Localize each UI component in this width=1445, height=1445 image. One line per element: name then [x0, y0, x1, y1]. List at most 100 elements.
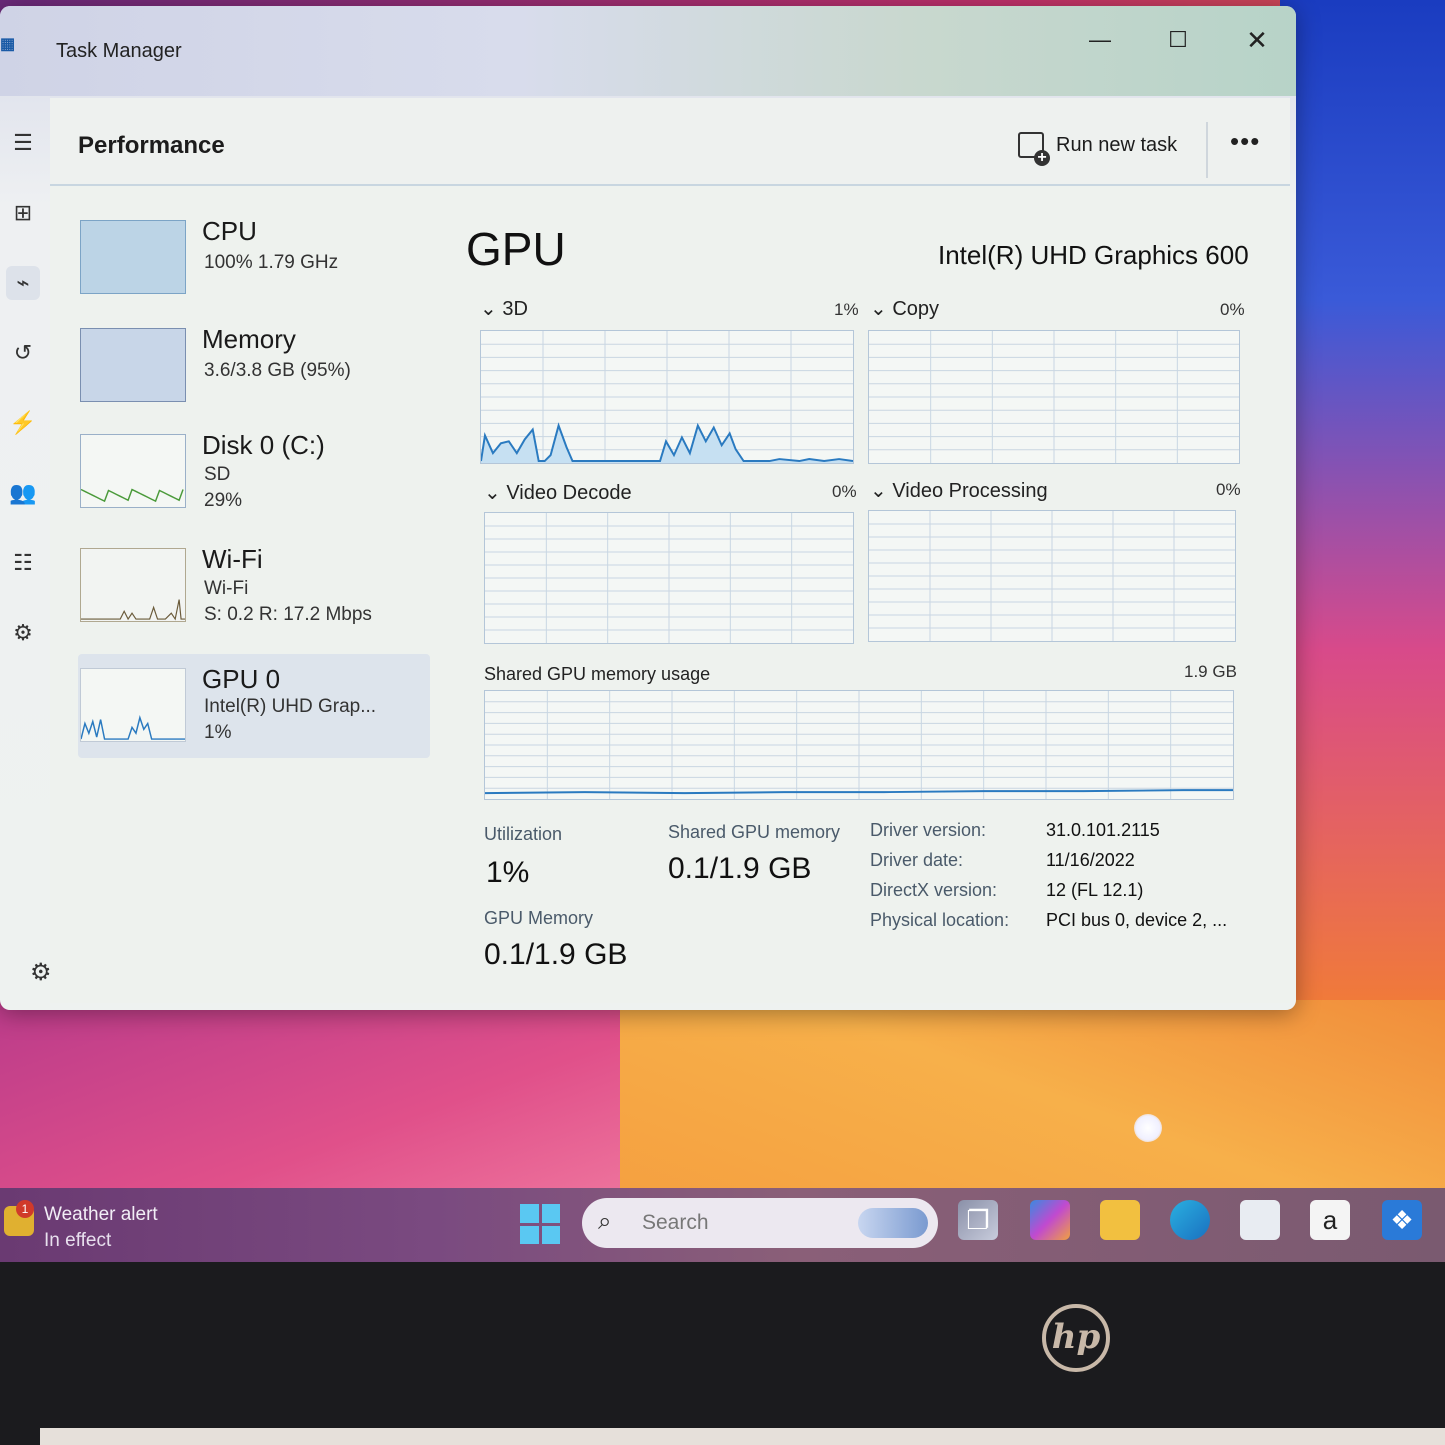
laptop-bezel — [0, 1262, 1445, 1445]
wallpaper-highlight — [1134, 1114, 1162, 1142]
file-explorer-icon[interactable] — [1100, 1200, 1140, 1240]
engine-pct: 0% — [1216, 480, 1241, 499]
start-icon[interactable] — [520, 1204, 560, 1244]
driver-version-value: 31.0.101.2115 — [1046, 820, 1160, 840]
close-button[interactable]: ✕ — [1237, 24, 1277, 56]
resource-cpu[interactable]: CPU 100% 1.79 GHz — [78, 216, 430, 316]
resource-detail-2: 29% — [204, 490, 243, 511]
shared-memory-chart — [484, 690, 1234, 800]
shared-memory-chart-max: 1.9 GB — [1184, 662, 1237, 681]
gpu-model-name: Intel(R) UHD Graphics 600 — [938, 240, 1249, 270]
navigation-rail: ☰ ⊞ ⌁ ↺ ⚡ 👥 ☷ ⚙ — [0, 106, 48, 1006]
shared-gpu-memory-value: 0.1/1.9 GB — [668, 852, 812, 885]
chevron-down-icon: ⌄ — [870, 480, 893, 502]
title-bar[interactable]: ▦ Task Manager — ☐ ✕ — [0, 6, 1296, 96]
gpu-memory-value: 0.1/1.9 GB — [484, 938, 628, 971]
chevron-down-icon: ⌄ — [484, 482, 507, 504]
panel-header: Performance Run new task ••• — [50, 98, 1290, 186]
weather-alert-title[interactable]: Weather alert — [44, 1204, 158, 1226]
physical-location-label: Physical location: — [870, 910, 1010, 930]
dropbox-icon[interactable]: ❖ — [1382, 1200, 1422, 1240]
utilization-label: Utilization — [484, 824, 563, 844]
app-history-icon[interactable]: ↺ — [6, 336, 40, 370]
page-title: Performance — [78, 132, 225, 159]
engine-video-processing-dropdown[interactable]: ⌄ Video Processing — [870, 478, 1048, 503]
engine-copy-dropdown[interactable]: ⌄ Copy — [870, 296, 939, 321]
memory-thumbnail — [80, 328, 186, 402]
engine-copy-chart — [868, 330, 1240, 464]
resource-detail: Wi-Fi — [204, 578, 249, 599]
chevron-down-icon: ⌄ — [480, 298, 503, 320]
engine-3d-chart — [480, 330, 854, 464]
engine-pct: 0% — [1220, 300, 1245, 319]
task-manager-window: ▦ Task Manager — ☐ ✕ ☰ ⊞ ⌁ ↺ ⚡ 👥 ☷ ⚙ ⚙ P… — [0, 6, 1296, 1010]
edge-icon[interactable] — [1170, 1200, 1210, 1240]
amazon-icon[interactable]: a — [1310, 1200, 1350, 1240]
resource-detail-2: S: 0.2 R: 17.2 Mbps — [204, 604, 372, 625]
task-view-icon[interactable]: ❐ — [958, 1200, 998, 1240]
resource-memory[interactable]: Memory 3.6/3.8 GB (95%) — [78, 324, 430, 424]
physical-location-value: PCI bus 0, device 2, ... — [1046, 910, 1228, 930]
maximize-button[interactable]: ☐ — [1158, 24, 1198, 56]
resource-disk[interactable]: Disk 0 (C:) SD 29% — [78, 430, 430, 530]
weather-alert-badge: 1 — [16, 1200, 34, 1218]
directx-version-value: 12 (FL 12.1) — [1046, 880, 1144, 900]
shared-gpu-memory-label: Shared GPU memory — [668, 822, 841, 842]
gpu-heading: GPU — [466, 223, 566, 275]
run-new-task-button[interactable]: Run new task — [1018, 128, 1178, 166]
engine-video-decode-chart — [484, 512, 854, 644]
resource-name: CPU — [202, 216, 257, 246]
engine-video-processing-chart — [868, 510, 1236, 642]
window-title: Task Manager — [56, 40, 182, 62]
gpu-memory-label: GPU Memory — [484, 908, 594, 928]
search-placeholder: Search — [642, 1211, 709, 1234]
details-icon[interactable]: ☷ — [6, 546, 40, 580]
engine-video-decode-dropdown[interactable]: ⌄ Video Decode — [484, 480, 632, 505]
engine-label: Video Processing — [892, 480, 1048, 502]
resource-name: Disk 0 (C:) — [202, 430, 325, 460]
resource-name: Memory — [202, 324, 296, 354]
resource-detail: 100% 1.79 GHz — [204, 252, 339, 273]
resource-name: GPU 0 — [202, 664, 281, 694]
resource-wifi[interactable]: Wi-Fi Wi-Fi S: 0.2 R: 17.2 Mbps — [78, 544, 430, 644]
run-task-icon — [1018, 132, 1050, 166]
shared-memory-chart-label: Shared GPU memory usage — [484, 664, 711, 684]
more-options-button[interactable]: ••• — [1230, 126, 1260, 157]
hp-logo: hp — [1042, 1304, 1110, 1372]
driver-date-label: Driver date: — [870, 850, 964, 870]
utilization-value: 1% — [486, 856, 530, 889]
resource-detail: SD — [204, 464, 231, 485]
taskbar-search-box[interactable]: ⌕ Search — [582, 1198, 938, 1248]
disk-thumbnail — [80, 434, 186, 508]
search-icon: ⌕ — [598, 1208, 612, 1235]
minimize-button[interactable]: — — [1080, 24, 1120, 56]
engine-pct: 1% — [834, 300, 859, 319]
wifi-thumbnail — [80, 548, 186, 622]
engine-pct: 0% — [832, 482, 857, 501]
copilot-icon[interactable] — [1030, 1200, 1070, 1240]
resource-detail: Intel(R) UHD Grap... — [204, 696, 377, 717]
run-new-task-label: Run new task — [1056, 133, 1178, 156]
users-icon[interactable]: 👥 — [6, 476, 40, 510]
laptop-base — [40, 1428, 1445, 1445]
weather-alert-subtitle[interactable]: In effect — [44, 1230, 111, 1252]
hamburger-icon[interactable]: ☰ — [6, 126, 40, 160]
header-divider — [1206, 122, 1208, 178]
directx-version-label: DirectX version: — [870, 880, 998, 900]
cpu-thumbnail — [80, 220, 186, 294]
wallpaper-pink — [0, 980, 700, 1200]
chevron-down-icon: ⌄ — [870, 298, 893, 320]
engine-label: 3D — [502, 298, 528, 320]
processes-icon[interactable]: ⊞ — [6, 196, 40, 230]
settings-gear-icon[interactable]: ⚙ — [30, 958, 52, 987]
services-icon[interactable]: ⚙ — [6, 616, 40, 650]
wallpaper-orange — [620, 980, 1445, 1200]
performance-icon[interactable]: ⌁ — [6, 266, 40, 300]
engine-label: Copy — [892, 298, 940, 320]
resource-name: Wi-Fi — [202, 544, 263, 574]
engine-3d-dropdown[interactable]: ⌄ 3D — [480, 296, 528, 321]
resource-gpu[interactable]: GPU 0 Intel(R) UHD Grap... 1% — [78, 654, 430, 758]
store-icon[interactable] — [1240, 1200, 1280, 1240]
search-highlight-image — [858, 1208, 928, 1238]
startup-apps-icon[interactable]: ⚡ — [6, 406, 40, 440]
